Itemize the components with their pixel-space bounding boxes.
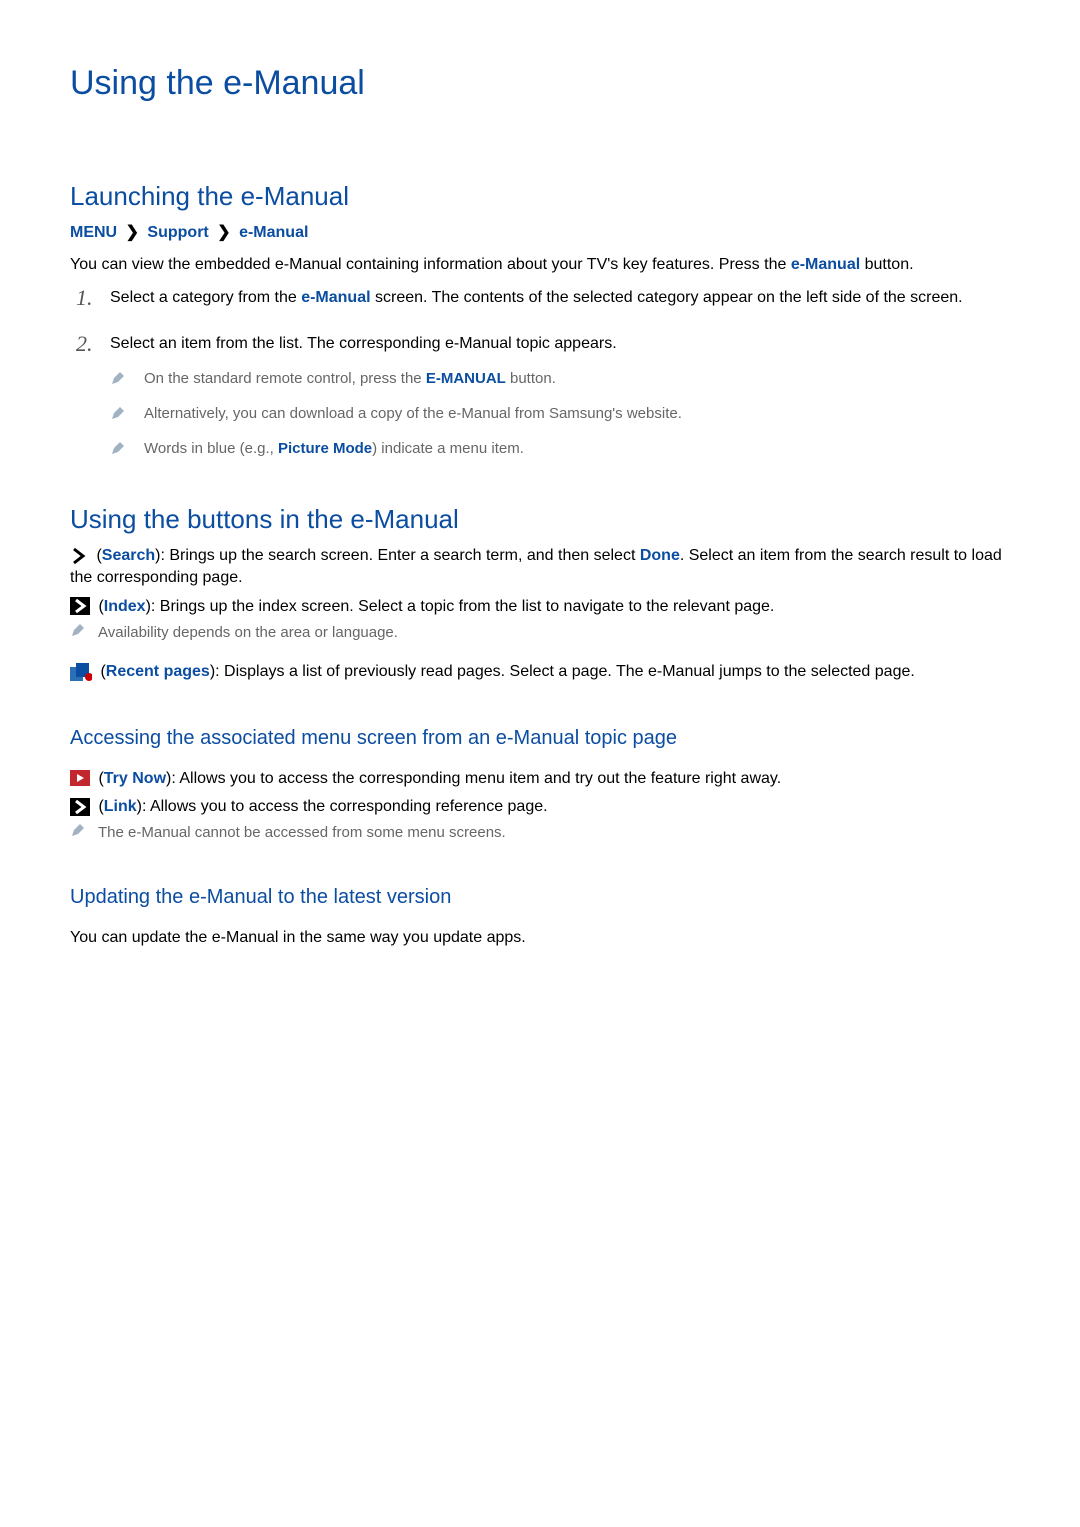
recent-pages-icon	[70, 663, 92, 681]
breadcrumb-emanual: e-Manual	[239, 224, 308, 241]
feature-index: (Index): Brings up the index screen. Sel…	[70, 596, 1010, 643]
feature-desc: ): Allows you to access the correspondin…	[166, 770, 781, 787]
feature-desc: ): Displays a list of previously read pa…	[210, 663, 915, 680]
feature-link: (Link): Allows you to access the corresp…	[70, 796, 1010, 843]
feature-label: Search	[102, 547, 155, 564]
step-item: 2. Select an item from the list. The cor…	[70, 333, 1010, 458]
step-text-post: screen. The contents of the selected cat…	[371, 289, 963, 306]
intro-post: button.	[860, 256, 913, 273]
index-icon	[70, 597, 90, 615]
step-number: 1.	[76, 283, 93, 314]
section-title: Launching the e-Manual	[70, 178, 1010, 214]
pencil-icon	[110, 440, 126, 456]
note-pre: Alternatively, you can download a copy o…	[144, 405, 682, 422]
search-chevron-icon	[70, 547, 88, 565]
note-post: button.	[506, 370, 556, 387]
intro-kw: e-Manual	[791, 256, 860, 273]
note-post: ) indicate a menu item.	[372, 440, 524, 457]
feature-desc-pre: ): Brings up the index screen. Select a …	[146, 598, 775, 615]
page-title: Using the e-Manual	[70, 60, 1010, 108]
breadcrumb-support: Support	[147, 224, 208, 241]
note-item: Words in blue (e.g., Picture Mode) indic…	[110, 438, 1010, 459]
note-pre: Words in blue (e.g.,	[144, 440, 278, 457]
chevron-right-icon: ❯	[217, 224, 230, 241]
breadcrumb: MENU ❯ Support ❯ e-Manual	[70, 222, 1010, 244]
pencil-icon	[110, 370, 126, 386]
intro-pre: You can view the embedded e-Manual conta…	[70, 256, 791, 273]
step-item: 1. Select a category from the e-Manual s…	[70, 287, 1010, 309]
intro-paragraph: You can view the embedded e-Manual conta…	[70, 254, 1010, 276]
note-item: Availability depends on the area or lang…	[98, 622, 1010, 643]
update-paragraph: You can update the e-Manual in the same …	[70, 927, 1010, 949]
note-text: The e-Manual cannot be accessed from som…	[98, 824, 506, 841]
feature-label: Try Now	[104, 770, 166, 787]
note-item: Alternatively, you can download a copy o…	[110, 403, 1010, 424]
note-text: Availability depends on the area or lang…	[98, 624, 398, 641]
link-icon	[70, 798, 90, 816]
pencil-icon	[110, 405, 126, 421]
step-kw: e-Manual	[301, 289, 370, 306]
note-kw: E-MANUAL	[426, 370, 506, 387]
subsection-title: Updating the e-Manual to the latest vers…	[70, 883, 1010, 911]
feature-label: Link	[104, 798, 137, 815]
feature-desc: ): Allows you to access the correspondin…	[137, 798, 548, 815]
note-item: On the standard remote control, press th…	[110, 368, 1010, 389]
feature-recent: (Recent pages): Displays a list of previ…	[70, 661, 1010, 683]
note-list: On the standard remote control, press th…	[110, 368, 1010, 459]
step-number: 2.	[76, 329, 93, 360]
steps-list: 1. Select a category from the e-Manual s…	[70, 287, 1010, 459]
step-text-pre: Select an item from the list. The corres…	[110, 335, 617, 352]
pencil-icon	[70, 622, 86, 638]
note-kw: Picture Mode	[278, 440, 372, 457]
section-title: Using the buttons in the e-Manual	[70, 501, 1010, 537]
feature-label: Recent pages	[106, 663, 210, 680]
note-item: The e-Manual cannot be accessed from som…	[98, 822, 1010, 843]
feature-search: (Search): Brings up the search screen. E…	[70, 545, 1010, 590]
step-text-pre: Select a category from the	[110, 289, 301, 306]
note-pre: On the standard remote control, press th…	[144, 370, 426, 387]
feature-label: Index	[104, 598, 146, 615]
chevron-right-icon: ❯	[126, 224, 139, 241]
feature-try-now: (Try Now): Allows you to access the corr…	[70, 768, 1010, 790]
try-now-icon	[70, 770, 90, 786]
feature-desc-pre: ): Brings up the search screen. Enter a …	[155, 547, 640, 564]
pencil-icon	[70, 822, 86, 838]
subsection-title: Accessing the associated menu screen fro…	[70, 724, 1010, 752]
feature-done: Done	[640, 547, 680, 564]
breadcrumb-menu: MENU	[70, 224, 117, 241]
